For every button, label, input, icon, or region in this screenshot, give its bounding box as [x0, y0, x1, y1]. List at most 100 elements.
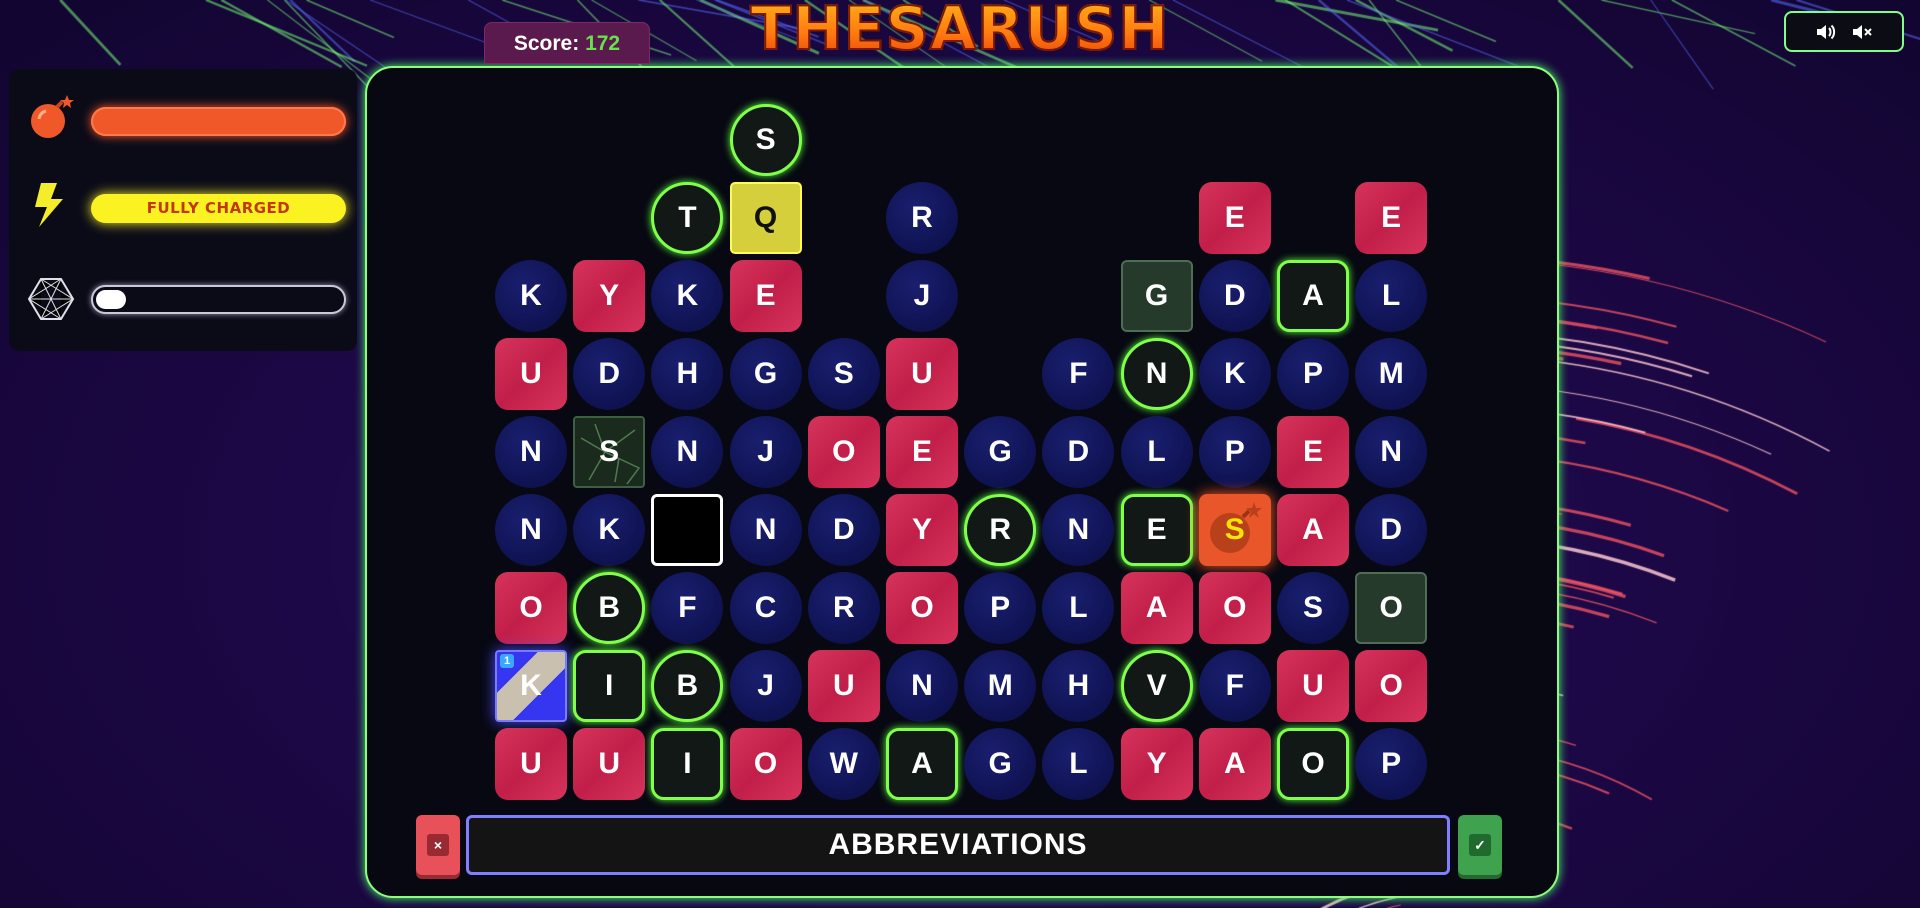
submit-button[interactable]: ✓: [1458, 815, 1502, 875]
tile-red[interactable]: Y: [573, 260, 646, 332]
tile-blue[interactable]: S: [1277, 572, 1349, 644]
tile-green-ring[interactable]: N: [1120, 338, 1193, 410]
tile-blue[interactable]: L: [1042, 572, 1115, 644]
tile-green-ring[interactable]: T: [651, 182, 724, 254]
tile-green-square[interactable]: I: [651, 728, 724, 800]
tile-blue[interactable]: D: [1042, 416, 1115, 488]
tile-red[interactable]: O: [807, 416, 880, 488]
tile-blue[interactable]: D: [1355, 494, 1428, 566]
tile-green-square[interactable]: O: [1277, 728, 1349, 800]
tile-blue[interactable]: K: [651, 260, 724, 332]
tile-selected[interactable]: Q: [729, 182, 802, 254]
tile-blue[interactable]: J: [729, 416, 802, 488]
tile-green-ring[interactable]: R: [964, 494, 1037, 566]
tile-blue[interactable]: W: [807, 728, 880, 800]
tile-blue[interactable]: P: [1277, 338, 1349, 410]
tile-blue[interactable]: R: [886, 182, 958, 254]
tile-green-ring[interactable]: B: [651, 650, 724, 722]
tile-blue[interactable]: M: [964, 650, 1037, 722]
tile-blue[interactable]: K: [1198, 338, 1271, 410]
tile-blue[interactable]: C: [729, 572, 802, 644]
tile-blue[interactable]: H: [651, 338, 724, 410]
tile-letter: I: [683, 747, 692, 780]
tile-green-square[interactable]: I: [573, 650, 646, 722]
tile-blue[interactable]: F: [1198, 650, 1271, 722]
speaker-mute-icon[interactable]: [1851, 22, 1873, 42]
tile-letter: U: [520, 747, 542, 780]
tile-red[interactable]: E: [1277, 416, 1349, 488]
tile-red[interactable]: Y: [886, 494, 958, 566]
bomb-icon[interactable]: [27, 93, 75, 141]
tile-green-square[interactable]: A: [1277, 260, 1349, 332]
tile-blue[interactable]: L: [1042, 728, 1115, 800]
tile-blue[interactable]: N: [886, 650, 958, 722]
tile-blue[interactable]: N: [1042, 494, 1115, 566]
tile-blue[interactable]: P: [1355, 728, 1428, 800]
tile-letter: D: [1223, 279, 1246, 312]
tile-lightning[interactable]: 1K: [495, 650, 567, 722]
tile-red[interactable]: O: [729, 728, 802, 800]
tile-blue[interactable]: H: [1042, 650, 1115, 722]
tile-blue[interactable]: L: [1355, 260, 1428, 332]
tile-red[interactable]: A: [1198, 728, 1271, 800]
tile-red[interactable]: A: [1120, 572, 1193, 644]
tile-blue[interactable]: N: [651, 416, 724, 488]
tile-blue[interactable]: N: [729, 494, 802, 566]
clear-button[interactable]: ×: [416, 815, 460, 875]
tile-red[interactable]: O: [886, 572, 958, 644]
tile-green-square[interactable]: E: [1120, 494, 1193, 566]
tile-blue[interactable]: F: [651, 572, 724, 644]
tile-blue[interactable]: N: [495, 494, 567, 566]
tile-blue[interactable]: F: [1042, 338, 1115, 410]
tile-blue[interactable]: K: [573, 494, 646, 566]
tile-red[interactable]: E: [1198, 182, 1271, 254]
tile-blue[interactable]: P: [1198, 416, 1271, 488]
tile-red[interactable]: O: [1198, 572, 1271, 644]
tile-red[interactable]: U: [886, 338, 958, 410]
tile-red[interactable]: O: [1355, 650, 1428, 722]
tile-blue[interactable]: J: [886, 260, 958, 332]
speaker-on-icon[interactable]: [1815, 22, 1837, 42]
tile-green-ring[interactable]: S: [729, 104, 802, 176]
tile-red[interactable]: U: [807, 650, 880, 722]
tile-blue[interactable]: R: [807, 572, 880, 644]
tile-gray[interactable]: G: [1120, 260, 1193, 332]
tile-red[interactable]: Y: [1120, 728, 1193, 800]
tile-blue[interactable]: D: [1198, 260, 1271, 332]
tile-letter: P: [1381, 747, 1402, 780]
current-word-field[interactable]: ABBREVIATIONS: [466, 815, 1450, 875]
tile-blue[interactable]: N: [495, 416, 567, 488]
tile-red[interactable]: E: [729, 260, 802, 332]
tile-red[interactable]: O: [495, 572, 567, 644]
tile-cracked[interactable]: S: [573, 416, 646, 488]
tile-letter: G: [753, 357, 778, 390]
tile-red[interactable]: U: [495, 338, 567, 410]
tile-blue[interactable]: P: [964, 572, 1037, 644]
tile-green-ring[interactable]: B: [573, 572, 646, 644]
tile-blue[interactable]: D: [807, 494, 880, 566]
lightning-icon[interactable]: [27, 181, 75, 229]
crystal-icon[interactable]: [27, 275, 75, 323]
tile-blue[interactable]: S: [807, 338, 880, 410]
tile-blank[interactable]: [651, 494, 724, 566]
tile-green-ring[interactable]: V: [1120, 650, 1193, 722]
tile-letter: N: [520, 435, 542, 468]
tile-red[interactable]: E: [886, 416, 958, 488]
tile-red[interactable]: E: [1355, 182, 1428, 254]
tile-blue[interactable]: G: [964, 728, 1037, 800]
tile-blue[interactable]: G: [729, 338, 802, 410]
tile-blue[interactable]: J: [729, 650, 802, 722]
tile-gray[interactable]: O: [1355, 572, 1428, 644]
tile-green-square[interactable]: A: [886, 728, 958, 800]
tile-blue[interactable]: G: [964, 416, 1037, 488]
tile-bomb[interactable]: S: [1198, 494, 1271, 566]
tile-blue[interactable]: K: [495, 260, 567, 332]
tile-blue[interactable]: N: [1355, 416, 1428, 488]
tile-blue[interactable]: M: [1355, 338, 1428, 410]
tile-red[interactable]: U: [573, 728, 646, 800]
tile-blue[interactable]: D: [573, 338, 646, 410]
tile-red[interactable]: A: [1277, 494, 1349, 566]
tile-red[interactable]: U: [1277, 650, 1349, 722]
tile-red[interactable]: U: [495, 728, 567, 800]
tile-blue[interactable]: L: [1120, 416, 1193, 488]
